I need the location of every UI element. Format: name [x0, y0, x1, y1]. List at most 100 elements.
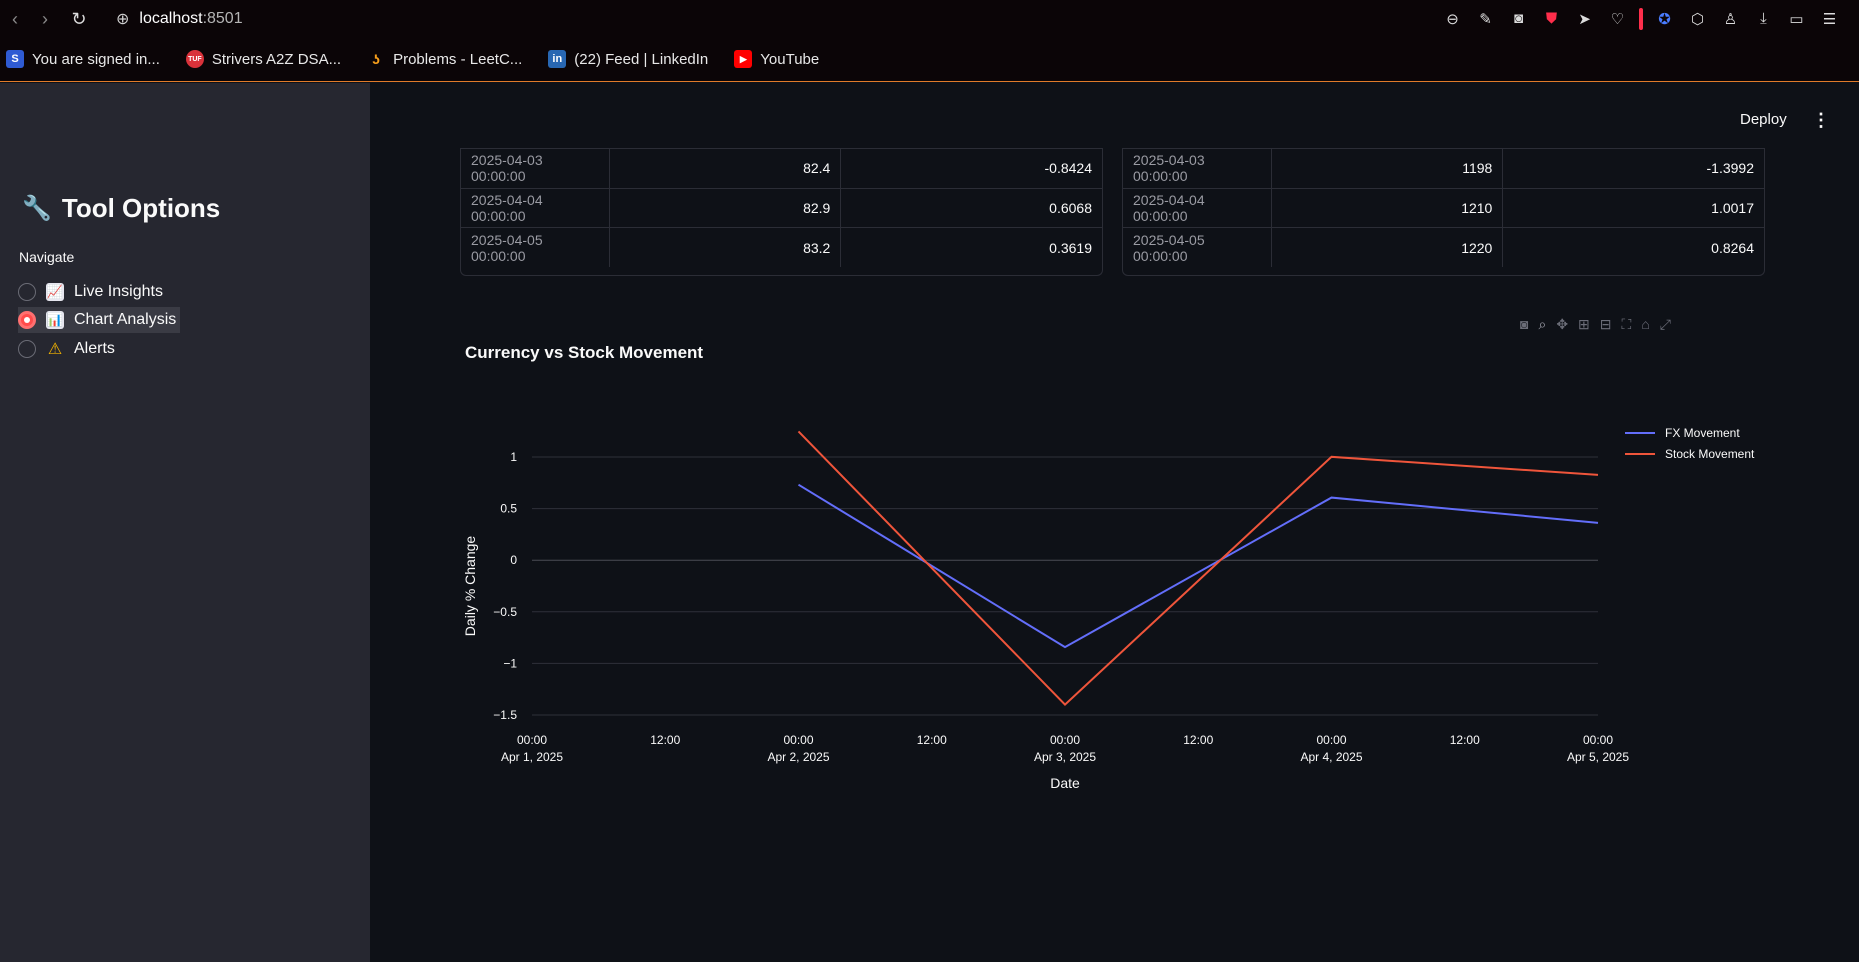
home-icon[interactable]: ⌂	[1641, 316, 1649, 333]
sidebar-title: 🔧 Tool Options	[22, 193, 220, 224]
send-icon[interactable]: ➤	[1573, 7, 1596, 30]
autoscale-icon[interactable]: ⛶	[1622, 316, 1632, 333]
table-cell: 1.0017	[1502, 187, 1764, 228]
battery-icon: ▭	[1789, 10, 1804, 28]
radio-label: Live Insights	[74, 283, 163, 300]
table-cell: 0.3619	[840, 227, 1102, 267]
camera-icon[interactable]: ◙	[1507, 7, 1530, 30]
radio-chart-analysis[interactable]: 📊 Chart Analysis	[18, 307, 181, 333]
table-cell: -1.3992	[1502, 148, 1764, 188]
url-field[interactable]: ⊕ localhost:8501	[116, 8, 243, 30]
x-tick-label: 00:00	[1316, 733, 1346, 747]
main-menu-icon[interactable]: ⋮	[1812, 110, 1830, 131]
radio-live-insights[interactable]: 📈 Live Insights	[18, 279, 167, 305]
table-cell: 2025-04-05 00:00:00	[461, 227, 611, 267]
extension-icon[interactable]: ✪	[1653, 7, 1676, 30]
chart-svg: 10.50−0.5−1−1.500:00Apr 1, 202512:00 00:0…	[462, 426, 1755, 791]
profile-icon[interactable]: ♙	[1719, 7, 1742, 30]
table-cell: 0.6068	[840, 187, 1102, 228]
x-tick-label: 12:00	[917, 733, 947, 747]
bookmark[interactable]: in (22) Feed | LinkedIn	[548, 50, 708, 68]
youtube-icon: ▶	[734, 50, 753, 68]
table-cell: 2025-04-03 00:00:00	[1123, 148, 1273, 188]
x-tick-label: 12:00	[1183, 733, 1213, 747]
table-row: 2025-04-04 00:00:00 1210 1.0017	[1123, 187, 1764, 228]
chart-title: Currency vs Stock Movement	[465, 343, 704, 362]
menu-icon[interactable]: ☰	[1818, 7, 1841, 30]
fullscreen-icon[interactable]: ⤢	[1660, 316, 1671, 333]
cube-icon[interactable]: ⬡	[1686, 7, 1709, 30]
sidebar-indicator	[1639, 7, 1643, 30]
x-tick-date-label: Apr 2, 2025	[767, 750, 829, 764]
table-cell: 82.9	[609, 187, 842, 228]
stock-table: 2025-04-03 00:00:00 1198 -1.3992 2025-04…	[1122, 148, 1765, 276]
radio-label: Alerts	[74, 340, 115, 357]
bookmark[interactable]: ▶ YouTube	[734, 50, 819, 68]
x-tick-label: 00:00	[783, 733, 813, 747]
radio-label: Chart Analysis	[74, 311, 177, 328]
bookmark-label: YouTube	[760, 50, 820, 68]
zoom-icon[interactable]: ⌕	[1538, 316, 1546, 333]
linkedin-icon: in	[548, 50, 567, 68]
pan-icon[interactable]: ✥	[1556, 316, 1568, 333]
x-tick-date-label: Apr 5, 2025	[1567, 750, 1629, 764]
reload-icon[interactable]: ↻	[68, 8, 90, 30]
x-tick-date-label: Apr 4, 2025	[1300, 750, 1362, 764]
fx-table: 2025-04-03 00:00:00 82.4 -0.8424 2025-04…	[460, 148, 1103, 276]
chart-up-icon: 📈	[46, 283, 64, 301]
heart-icon[interactable]: ♡	[1606, 7, 1629, 30]
edit-icon[interactable]: ✎	[1474, 7, 1497, 30]
table-cell: 2025-04-04 00:00:00	[1123, 187, 1273, 228]
bookmark[interactable]: S You are signed in...	[6, 50, 160, 68]
zoom-out-icon[interactable]: ⊟	[1600, 316, 1612, 333]
y-tick-label: −0.5	[493, 605, 517, 619]
zoom-in-icon[interactable]: ⊞	[1578, 316, 1590, 333]
table-cell: 2025-04-05 00:00:00	[1123, 227, 1273, 267]
shield-icon[interactable]: ⛊	[1540, 7, 1563, 30]
camera-icon[interactable]: ◙	[1520, 316, 1528, 333]
sidebar: 🔧 Tool Options Navigate 📈 Live Insights …	[0, 83, 370, 962]
table-cell: 1220	[1271, 227, 1504, 267]
download-icon[interactable]: ⤓	[1752, 7, 1775, 30]
table-cell: 82.4	[609, 148, 842, 188]
radio-button[interactable]	[18, 283, 36, 301]
sidebar-title-text: Tool Options	[61, 193, 221, 223]
table-cell: 1198	[1271, 148, 1504, 188]
table-cell: 2025-04-04 00:00:00	[461, 187, 611, 228]
x-axis-title: Date	[1050, 775, 1080, 791]
browser-chrome: ‹ › ↻ ⊕ localhost:8501 ⊖ ✎ ◙ ⛊ ➤ ♡ ✪ ⬡ ♙…	[0, 0, 1859, 82]
globe-icon: ⊕	[116, 11, 130, 28]
url-port: :8501	[202, 10, 243, 27]
bookmark[interactable]: TUF Strivers A2Z DSA...	[185, 50, 341, 68]
chart-modebar: ◙ ⌕ ✥ ⊞ ⊟ ⛶ ⌂ ⤢	[1520, 316, 1671, 333]
radio-alerts[interactable]: ⚠ Alerts	[18, 336, 119, 362]
url-host: localhost	[139, 10, 203, 27]
back-icon[interactable]: ‹	[4, 8, 26, 30]
toolbar-icons: ⊖ ✎ ◙ ⛊ ➤ ♡ ✪ ⬡ ♙ ⤓ ▭ ☰	[1441, 7, 1841, 30]
x-tick-label: 12:00	[650, 733, 680, 747]
bookmark-label: You are signed in...	[32, 50, 160, 68]
zoom-out-icon[interactable]: ⊖	[1441, 7, 1464, 30]
y-tick-label: 0	[510, 553, 517, 567]
y-axis-title: Daily % Change	[462, 536, 478, 637]
bookmark-label: Problems - LeetC...	[393, 50, 523, 68]
bookmark[interactable]: ʖ Problems - LeetC...	[367, 50, 522, 68]
navigate-label: Navigate	[19, 249, 75, 265]
table-row: 2025-04-05 00:00:00 1220 0.8264	[1123, 227, 1764, 267]
address-bar-row: ‹ › ↻ ⊕ localhost:8501 ⊖ ✎ ◙ ⛊ ➤ ♡ ✪ ⬡ ♙…	[0, 0, 1859, 38]
table-cell: 0.8264	[1502, 227, 1764, 267]
radio-button[interactable]	[18, 340, 36, 358]
table-cell: 1210	[1271, 187, 1504, 228]
table-cell: -0.8424	[840, 148, 1102, 188]
x-tick-label: 12:00	[1450, 733, 1480, 747]
radio-button-selected[interactable]	[18, 311, 36, 329]
x-tick-label: 00:00	[517, 733, 547, 747]
table-row: 2025-04-03 00:00:00 82.4 -0.8424	[461, 148, 1102, 188]
forward-icon[interactable]: ›	[34, 8, 56, 30]
wrench-icon: 🔧	[22, 195, 52, 222]
legend-label: Stock Movement	[1665, 447, 1755, 461]
table-row: 2025-04-04 00:00:00 82.9 0.6068	[461, 187, 1102, 228]
deploy-button[interactable]: Deploy	[1740, 111, 1787, 128]
y-tick-label: −1	[503, 656, 517, 670]
warning-icon: ⚠	[47, 341, 63, 358]
